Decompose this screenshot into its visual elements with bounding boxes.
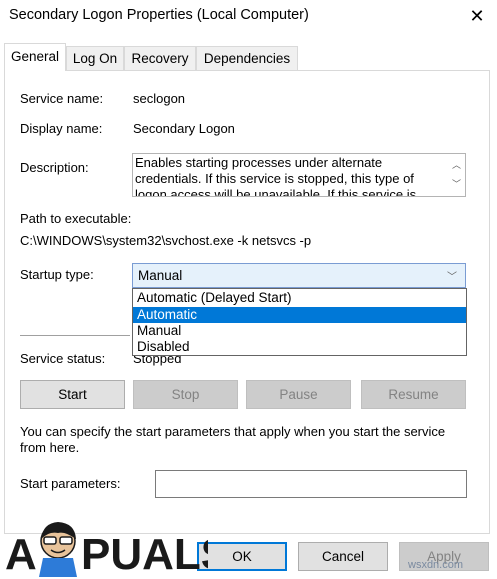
tab-recovery[interactable]: Recovery xyxy=(124,46,196,70)
mascot-icon xyxy=(39,522,77,577)
option-automatic-delayed[interactable]: Automatic (Delayed Start) xyxy=(133,290,466,306)
resume-button[interactable]: Resume xyxy=(361,380,466,409)
description-scrollbar[interactable]: ︿ ﹀ xyxy=(448,154,465,196)
service-name-label: Service name: xyxy=(20,91,104,106)
start-params-hint: You can specify the start parameters tha… xyxy=(20,424,446,455)
display-name-label: Display name: xyxy=(20,121,103,136)
description-box[interactable]: Enables starting processes under alterna… xyxy=(132,153,466,197)
startup-type-label: Startup type: xyxy=(20,267,94,282)
scroll-down-icon[interactable]: ﹀ xyxy=(448,176,465,193)
description-text: Enables starting processes under alterna… xyxy=(135,155,417,197)
svg-text:PUALS: PUALS xyxy=(81,530,208,577)
tab-log-on[interactable]: Log On xyxy=(66,46,124,70)
startup-type-value: Manual xyxy=(138,268,183,283)
pause-button[interactable]: Pause xyxy=(246,380,351,409)
service-name-value: seclogon xyxy=(133,91,186,106)
display-name-value: Secondary Logon xyxy=(133,121,235,136)
option-automatic[interactable]: Automatic xyxy=(133,307,466,323)
stop-button[interactable]: Stop xyxy=(133,380,238,409)
path-label: Path to executable: xyxy=(20,211,132,226)
scroll-up-icon[interactable]: ︿ xyxy=(448,157,465,174)
chevron-down-icon: ﹀ xyxy=(447,272,457,283)
start-parameters-label: Start parameters: xyxy=(20,476,121,491)
path-value: C:\WINDOWS\system32\svchost.exe -k netsv… xyxy=(20,233,312,248)
appuals-logo: A PUALS xyxy=(5,522,208,577)
ok-button[interactable]: OK xyxy=(197,542,287,571)
description-label: Description: xyxy=(20,160,89,175)
divider xyxy=(20,335,130,336)
window-title: Secondary Logon Properties (Local Comput… xyxy=(9,7,309,23)
startup-type-dropdown[interactable]: Automatic (Delayed Start) Automatic Manu… xyxy=(132,288,467,356)
tab-general[interactable]: General xyxy=(4,43,66,71)
option-disabled[interactable]: Disabled xyxy=(133,339,466,355)
startup-type-select[interactable]: Manual ﹀ xyxy=(132,263,466,288)
cancel-button[interactable]: Cancel xyxy=(298,542,388,571)
watermark-text: wsxdn.com xyxy=(408,559,464,571)
start-button[interactable]: Start xyxy=(20,380,125,409)
option-manual[interactable]: Manual xyxy=(133,323,466,339)
svg-text:A: A xyxy=(5,530,37,577)
tab-dependencies[interactable]: Dependencies xyxy=(196,46,298,70)
start-parameters-input[interactable] xyxy=(155,470,467,498)
service-status-label: Service status: xyxy=(20,351,106,366)
close-icon[interactable]: ✕ xyxy=(464,4,490,28)
